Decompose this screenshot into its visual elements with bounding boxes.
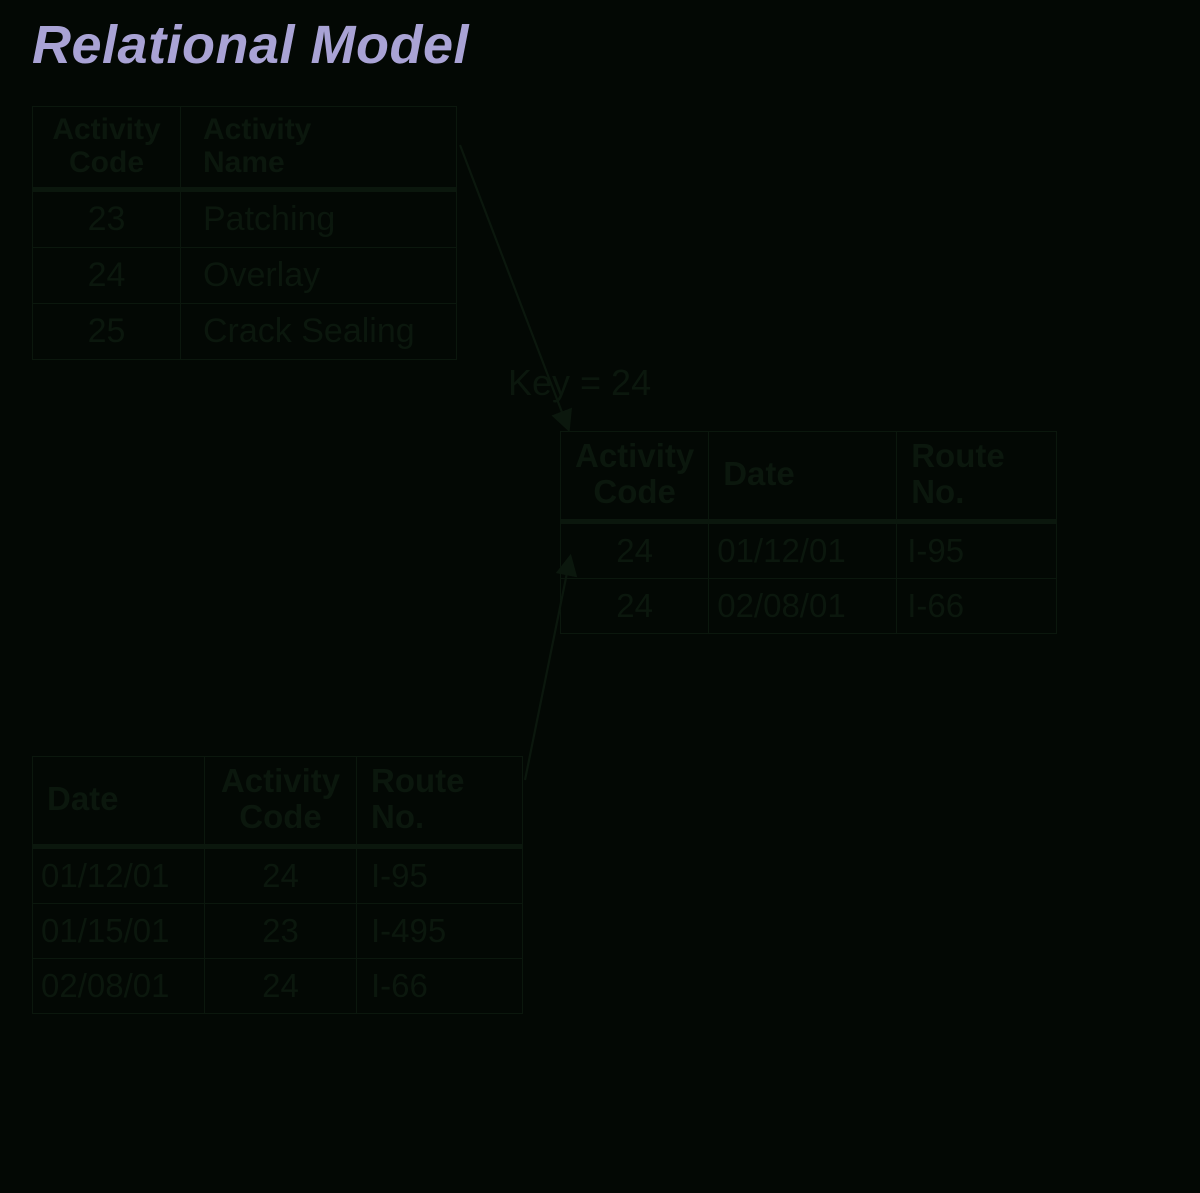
log-code: 24: [205, 846, 357, 903]
result-code: 24: [561, 521, 709, 578]
activity-name: Overlay: [181, 248, 457, 304]
log-date: 02/08/01: [33, 958, 205, 1013]
activity-code: 25: [33, 304, 181, 360]
table-row: 01/12/01 24 I-95: [33, 846, 523, 903]
log-route: I-495: [357, 903, 523, 958]
table-row: 02/08/01 24 I-66: [33, 958, 523, 1013]
log-table: Date ActivityCode Route No. 01/12/01 24 …: [32, 756, 523, 1014]
log-code: 23: [205, 903, 357, 958]
result-header-route: Route No.: [897, 432, 1057, 522]
key-label: Key = 24: [508, 362, 651, 404]
table-row: 23 Patching: [33, 190, 457, 248]
result-route: I-66: [897, 578, 1057, 633]
log-header-code: ActivityCode: [205, 757, 357, 847]
log-date: 01/12/01: [33, 846, 205, 903]
activity-name: Crack Sealing: [181, 304, 457, 360]
result-table: ActivityCode Date Route No. 24 01/12/01 …: [560, 431, 1057, 634]
table-row: 25 Crack Sealing: [33, 304, 457, 360]
log-route: I-95: [357, 846, 523, 903]
result-header-code: ActivityCode: [561, 432, 709, 522]
activity-header-name: ActivityName: [181, 107, 457, 190]
result-date: 02/08/01: [709, 578, 897, 633]
table-row: 24 02/08/01 I-66: [561, 578, 1057, 633]
log-header-date: Date: [33, 757, 205, 847]
result-route: I-95: [897, 521, 1057, 578]
result-date: 01/12/01: [709, 521, 897, 578]
activity-code: 24: [33, 248, 181, 304]
table-row: 01/15/01 23 I-495: [33, 903, 523, 958]
activity-table: ActivityCode ActivityName 23 Patching 24…: [32, 106, 457, 360]
activity-header-code: ActivityCode: [33, 107, 181, 190]
result-code: 24: [561, 578, 709, 633]
table-row: 24 01/12/01 I-95: [561, 521, 1057, 578]
log-date: 01/15/01: [33, 903, 205, 958]
log-header-route: Route No.: [357, 757, 523, 847]
log-route: I-66: [357, 958, 523, 1013]
page-title: Relational Model: [32, 14, 469, 76]
activity-name: Patching: [181, 190, 457, 248]
result-header-date: Date: [709, 432, 897, 522]
log-code: 24: [205, 958, 357, 1013]
activity-code: 23: [33, 190, 181, 248]
table-row: 24 Overlay: [33, 248, 457, 304]
